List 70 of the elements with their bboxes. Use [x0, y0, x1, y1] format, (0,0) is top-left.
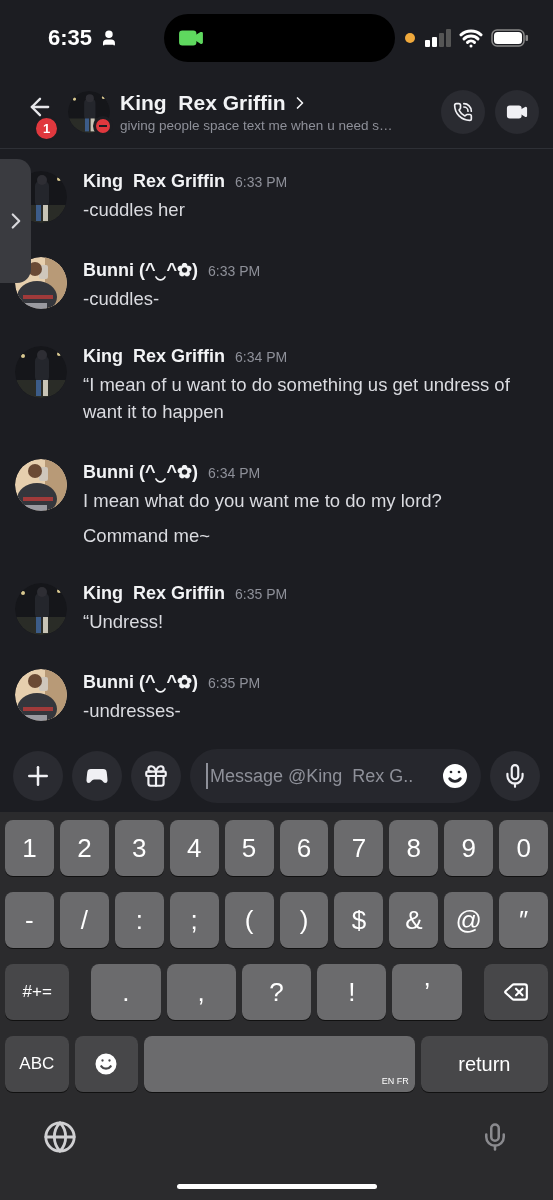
person-icon [100, 29, 118, 47]
keyboard-key[interactable]: ABC [5, 1036, 69, 1092]
message-text: “Undress! [83, 610, 165, 634]
gift-icon [143, 763, 169, 789]
message-text: “I mean of u want to do something us get undress of want it to happen [83, 373, 511, 424]
microphone-button[interactable] [490, 751, 540, 801]
voice-call-button[interactable] [441, 90, 485, 134]
keyboard-key[interactable]: 5 [224, 820, 274, 876]
space-key[interactable]: EN FR [144, 1036, 415, 1092]
side-panel-tab[interactable] [0, 159, 31, 283]
keyboard-key[interactable]: 8 [389, 820, 439, 876]
keyboard-key[interactable]: . [91, 964, 161, 1020]
keyboard-key[interactable]: 7 [334, 820, 384, 876]
video-call-button[interactable] [495, 90, 539, 134]
message-time: 6:35 PM [208, 675, 261, 691]
return-key[interactable]: return [420, 1036, 548, 1092]
author-name: Bunni (^‿^✿) [83, 461, 198, 483]
message-time: 6:34 PM [235, 349, 288, 365]
message-text: -undresses- [83, 699, 182, 723]
keyboard-key[interactable]: 9 [444, 820, 494, 876]
add-button[interactable] [13, 751, 63, 801]
phone-icon [453, 102, 473, 122]
keyboard-key[interactable]: & [389, 892, 439, 948]
text-cursor [206, 763, 208, 789]
keyboard-key[interactable]: ? [241, 964, 312, 1020]
unread-badge: 1 [34, 116, 59, 141]
battery-icon [491, 29, 529, 47]
author-name: Bunni (^‿^✿) [83, 671, 198, 693]
keyboard-key[interactable]: , [166, 964, 236, 1020]
keyboard-key[interactable]: ; [169, 892, 219, 948]
recording-dot-icon [403, 31, 417, 45]
keyboard-key[interactable]: ! [317, 964, 387, 1020]
keyboard-key[interactable]: 1 [5, 820, 54, 876]
message-text: I mean what do you want me to do my lord? [83, 489, 443, 513]
custom-status: giving people space text me when u need s… [120, 118, 394, 133]
keyboard-key[interactable]: 2 [59, 820, 109, 876]
status-time: 6:35 [48, 25, 93, 51]
contact-name[interactable]: King Rex Griffin [120, 91, 431, 115]
keyboard-key[interactable]: @ [444, 892, 494, 948]
keyboard-key[interactable]: / [59, 892, 109, 948]
keyboard-key[interactable]: 3 [114, 820, 164, 876]
message-time: 6:34 PM [208, 465, 261, 481]
keyboard-key[interactable]: 6 [279, 820, 329, 876]
backspace-key[interactable] [483, 964, 548, 1020]
message-text: Command me~ [83, 524, 211, 548]
emoji-key[interactable] [74, 1036, 139, 1092]
keyboard-key[interactable]: ″ [499, 892, 549, 948]
message-time: 6:35 PM [235, 586, 288, 602]
keyboard-key[interactable]: $ [334, 892, 384, 948]
message-time: 6:33 PM [235, 174, 288, 190]
keyboard-key[interactable]: ) [279, 892, 329, 948]
author-name: King Rex Griffin [83, 583, 225, 604]
keyboard-key[interactable]: - [5, 892, 54, 948]
keyboard-key[interactable]: ’ [392, 964, 462, 1020]
author-name: King Rex Griffin [83, 171, 225, 192]
keyboard-key[interactable]: ( [224, 892, 274, 948]
message-text: -cuddles her [83, 198, 186, 222]
author-name: Bunni (^‿^✿) [83, 259, 198, 281]
keyboard-key[interactable]: : [114, 892, 164, 948]
message-time: 6:33 PM [208, 263, 261, 279]
globe-icon[interactable] [43, 1120, 77, 1154]
keyboard-key[interactable]: 4 [169, 820, 219, 876]
message-field[interactable]: Message @King Rex G.. [190, 749, 481, 803]
gift-button[interactable] [131, 751, 181, 801]
message-text: -cuddles- [83, 287, 161, 311]
author-name: King Rex Griffin [83, 346, 225, 367]
signal-icon [425, 29, 451, 47]
games-button[interactable] [72, 751, 122, 801]
keyboard-key[interactable]: 0 [499, 820, 549, 876]
keyboard-key[interactable]: #+= [5, 964, 70, 1020]
